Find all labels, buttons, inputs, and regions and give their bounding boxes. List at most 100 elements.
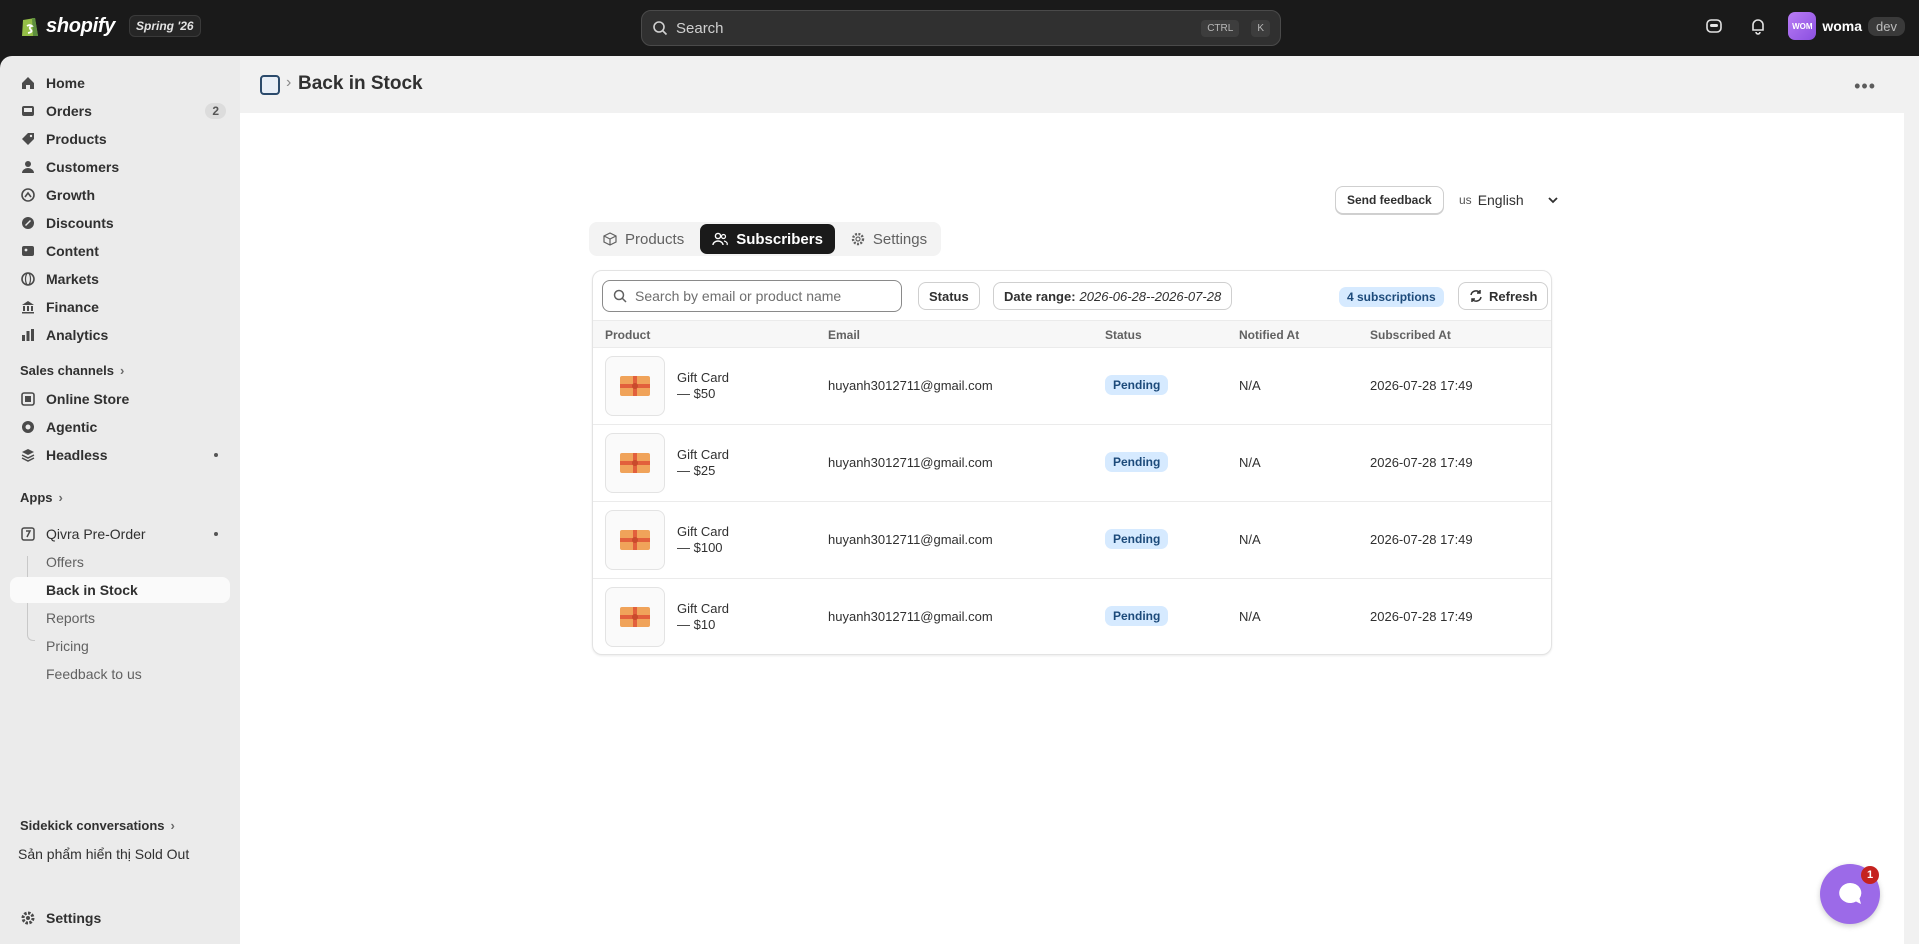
send-feedback-button[interactable]: Send feedback [1335, 186, 1444, 214]
product-thumbnail [605, 587, 665, 647]
sidebar-item-discounts[interactable]: Discounts [10, 210, 230, 236]
gift-card-icon [620, 453, 650, 473]
status-badge: Pending [1105, 529, 1169, 549]
subscriber-email: huyanh3012711@gmail.com [828, 609, 993, 624]
sidebar-item-qivra-app[interactable]: Qivra Pre-Order [10, 521, 230, 547]
globe-icon [20, 271, 36, 287]
sidebar-item-finance[interactable]: Finance [10, 294, 230, 320]
app-content: Send feedback us English Products Subscr… [240, 113, 1904, 944]
sidebar-item-label: Analytics [46, 327, 109, 343]
sidebar-item-analytics[interactable]: Analytics [10, 322, 230, 348]
tab-label: Products [625, 230, 685, 248]
sidekick-label: Sidekick conversations [20, 818, 165, 833]
product-thumbnail [605, 356, 665, 416]
bank-icon [20, 299, 36, 315]
product-thumbnail [605, 433, 665, 493]
table-row[interactable]: Gift Card — $50 huyanh3012711@gmail.com … [593, 348, 1551, 425]
person-icon [20, 159, 36, 175]
table-row[interactable]: Gift Card — $100 huyanh3012711@gmail.com… [593, 502, 1551, 579]
sidekick-button[interactable] [1700, 12, 1728, 40]
sidebar-item-orders[interactable]: Orders 2 [10, 98, 230, 124]
user-menu[interactable]: WOM woma dev [1788, 12, 1905, 40]
column-header-product[interactable]: Product [605, 328, 650, 342]
search-placeholder: Search [676, 19, 724, 37]
status-badge: Pending [1105, 375, 1169, 395]
page-title: Back in Stock [298, 73, 423, 94]
sidebar-item-customers[interactable]: Customers [10, 154, 230, 180]
sidebar-subitem-offers[interactable]: Offers [10, 549, 230, 575]
sidekick-conversations-header[interactable]: Sidekick conversations › [20, 818, 175, 833]
subscribed-at: 2026-07-28 17:49 [1370, 609, 1473, 624]
store-icon [20, 391, 36, 407]
tab-subscribers[interactable]: Subscribers [700, 224, 835, 254]
sidebar-subitem-feedback[interactable]: Feedback to us [10, 661, 230, 687]
status-filter-button[interactable]: Status [918, 282, 980, 310]
status-badge: Pending [1105, 606, 1169, 626]
column-header-email[interactable]: Email [828, 328, 860, 342]
table-row[interactable]: Gift Card — $10 huyanh3012711@gmail.com … [593, 579, 1551, 654]
tab-products[interactable]: Products [591, 224, 696, 254]
sidebar-item-markets[interactable]: Markets [10, 266, 230, 292]
refresh-button[interactable]: Refresh [1458, 282, 1549, 310]
inbox-icon [20, 103, 36, 119]
date-range-filter-button[interactable]: Date range: 2026-06-28--2026-07-28 [993, 282, 1233, 310]
chat-unread-badge: 1 [1861, 866, 1879, 884]
sidebar-item-label: Settings [46, 910, 102, 926]
global-search[interactable]: Search CTRL K [641, 10, 1281, 46]
subscription-count-badge: 4 subscriptions [1339, 287, 1444, 307]
subscribed-at: 2026-07-28 17:49 [1370, 455, 1473, 470]
tab-settings[interactable]: Settings [839, 224, 939, 254]
column-header-notified-at[interactable]: Notified At [1239, 328, 1299, 342]
sidebar-item-growth[interactable]: Growth [10, 182, 230, 208]
language-select[interactable]: us English [1459, 192, 1558, 208]
sidebar-subitem-back-in-stock[interactable]: Back in Stock [10, 577, 230, 603]
sidebar-item-agentic[interactable]: Agentic [10, 414, 230, 440]
notifications-button[interactable] [1744, 12, 1772, 40]
sidebar-item-label: Agentic [46, 419, 98, 435]
sidebar-item-home[interactable]: Home [10, 70, 230, 96]
sidebar-item-online-store[interactable]: Online Store [10, 386, 230, 412]
product-title: Gift Card [677, 447, 730, 462]
shortcut-k: K [1251, 19, 1270, 37]
subscriber-search[interactable] [602, 280, 902, 312]
product-name: Gift Card — $100 [677, 524, 729, 556]
content-icon [20, 243, 36, 259]
sidebar-item-settings[interactable]: Settings [10, 905, 230, 931]
avatar: WOM [1788, 12, 1817, 40]
app-icon[interactable] [260, 75, 280, 95]
column-header-subscribed-at[interactable]: Subscribed At [1370, 328, 1451, 342]
sidebar-item-label: Headless [46, 447, 108, 463]
status-badge: Pending [1105, 452, 1169, 472]
sales-channels-header[interactable]: Sales channels › [20, 363, 124, 378]
env-badge: dev [1868, 16, 1905, 36]
sidebar-item-content[interactable]: Content [10, 238, 230, 264]
discount-icon [20, 215, 36, 231]
product-name: Gift Card — $50 [677, 370, 729, 402]
sidekick-conversation-item[interactable]: Sản phẩm hiển thị Sold Out [10, 841, 230, 867]
shopify-bag-icon [22, 18, 38, 36]
refresh-label: Refresh [1489, 288, 1538, 304]
shopify-logo[interactable]: shopify Spring '26 [20, 14, 201, 38]
table-row[interactable]: Gift Card — $25 huyanh3012711@gmail.com … [593, 425, 1551, 502]
tag-icon [20, 131, 36, 147]
gift-card-icon [620, 376, 650, 396]
column-header-status[interactable]: Status [1105, 328, 1142, 342]
notified-at: N/A [1239, 532, 1261, 547]
product-variant: — $10 [677, 617, 716, 632]
sidebar-item-label: Markets [46, 271, 99, 287]
sidebar-item-products[interactable]: Products [10, 126, 230, 152]
product-title: Gift Card [677, 524, 730, 539]
sidebar-item-headless[interactable]: Headless [10, 442, 230, 468]
apps-header[interactable]: Apps › [20, 490, 63, 505]
user-name: woma [1822, 18, 1863, 34]
orders-count-badge: 2 [205, 103, 226, 119]
chevron-right-icon: › [58, 490, 63, 505]
gear-icon [20, 910, 36, 926]
tab-bar: Products Subscribers Settings [589, 222, 942, 256]
more-actions-icon[interactable]: ••• [1854, 76, 1876, 97]
sidebar-subitem-reports[interactable]: Reports [10, 605, 230, 631]
sidebar-subitem-pricing[interactable]: Pricing [10, 633, 230, 659]
sales-channels-label: Sales channels [20, 363, 114, 378]
gift-card-icon [620, 607, 650, 627]
subscriber-search-input[interactable] [635, 288, 885, 304]
